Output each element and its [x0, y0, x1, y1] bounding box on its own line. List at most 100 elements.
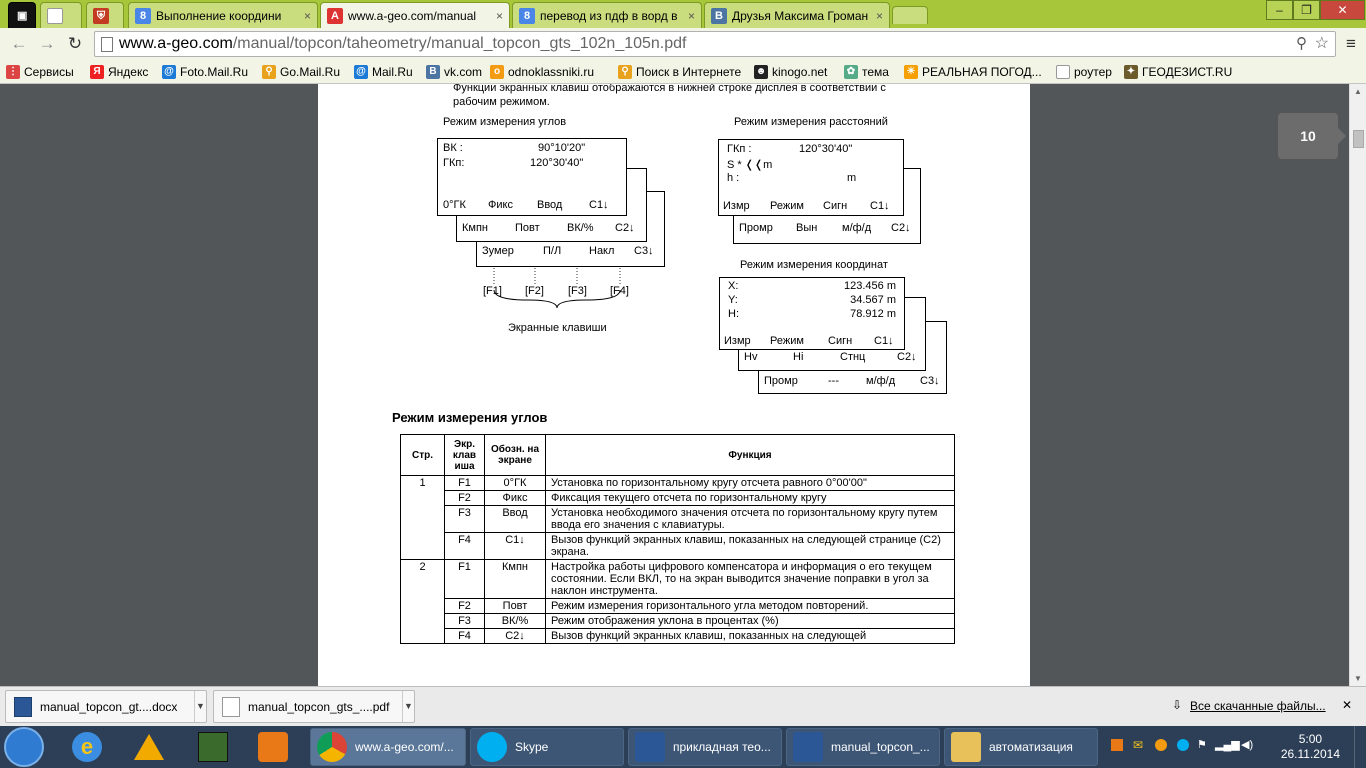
table-row: F4 С1↓ Вызов функций экранных клавиш, по… — [401, 532, 955, 560]
tab-2[interactable]: 8 Выполнение координи × — [128, 2, 318, 28]
star-icon[interactable]: ☆ — [1315, 32, 1329, 56]
internet-explorer-icon[interactable]: e — [72, 732, 102, 762]
taskbar-skype[interactable]: Skype — [470, 728, 624, 766]
mail-icon: @ — [162, 65, 176, 79]
browser-chrome: ▣ ⛨ 8 Выполнение координи × Awww.a-geo.com… — [0, 0, 1366, 84]
bookmark-geodezist[interactable]: ✦ ГЕОДЕЗИСТ.RU — [1124, 63, 1232, 81]
tab-close-icon[interactable]: × — [876, 9, 883, 23]
page-icon — [1056, 65, 1070, 79]
tab-0[interactable] — [40, 2, 82, 28]
section-heading: Режим измерения углов — [392, 410, 548, 425]
new-tab-button[interactable] — [892, 6, 928, 24]
bookmarks-bar: ⋮ Сервисы Я Яндекс @ Foto.Mail.Ru ⚲ Go.Mail.… — [0, 60, 1366, 84]
bookmark-services[interactable]: ⋮ Сервисы — [6, 63, 74, 81]
scroll-up-icon[interactable]: ▲ — [1354, 87, 1362, 96]
table-header: Стр. Экр. клав иша Обозн. на экране Функ… — [400, 434, 955, 476]
bookmark-weather[interactable]: ☀ РЕАЛЬНАЯ ПОГОД... — [904, 63, 1042, 81]
tray-ok-icon[interactable] — [1155, 739, 1167, 751]
volume-icon[interactable]: ◀) — [1241, 738, 1253, 751]
chevron-down-icon[interactable]: ▼ — [194, 691, 206, 722]
scroll-down-icon[interactable]: ▼ — [1354, 674, 1362, 683]
tab-3[interactable]: Awww.a-geo.com/manual × — [320, 2, 510, 28]
apps-icon: ⋮ — [6, 65, 20, 79]
bookmark-go-mail[interactable]: ⚲ Go.Mail.Ru — [262, 63, 340, 81]
app-menu-icon[interactable]: ▣ — [8, 2, 36, 28]
zoom-icon[interactable]: ⚲ — [1296, 32, 1307, 56]
tab-close-icon[interactable]: × — [304, 9, 311, 23]
tray-skype-icon[interactable] — [1177, 739, 1189, 751]
search-icon: ⚲ — [262, 65, 276, 79]
bookmark-vk[interactable]: Bvk.com — [426, 63, 482, 81]
tab-4[interactable]: 8 перевод из пдф в ворд в × — [512, 2, 702, 28]
table-row: F2 Фикс Фиксация текущего отсчета по гор… — [401, 490, 955, 506]
word-icon — [635, 732, 665, 762]
taskbar-word-1[interactable]: прикладная тео... — [628, 728, 782, 766]
chevron-down-icon[interactable]: ▼ — [402, 691, 414, 722]
bookmark-tema[interactable]: ✿ тема — [844, 63, 889, 81]
minimize-button[interactable]: – — [1266, 0, 1293, 20]
yandex-icon: Я — [90, 65, 104, 79]
back-icon[interactable]: ← — [8, 33, 30, 55]
system-tray: ✉ ⚑ ▂▄▆ ◀) 5:00 26.11.2014 — [1101, 726, 1366, 768]
download-item[interactable]: manual_topcon_gts_....pdf ▼ — [213, 690, 415, 723]
taskbar: e www.a-geo.com/... Skype прикладная тео… — [0, 726, 1366, 768]
tray-media-icon[interactable] — [1111, 739, 1123, 751]
avast-icon[interactable] — [134, 734, 164, 760]
menu-icon[interactable]: ≡ — [1340, 33, 1362, 55]
bookmark-kinogo[interactable]: ☻ kinogo.net — [754, 63, 827, 81]
close-window-button[interactable]: ✕ — [1320, 0, 1365, 20]
search-icon: ⚲ — [618, 65, 632, 79]
function-table: Стр. Экр. клав иша Обозн. на экране Функ… — [400, 434, 955, 644]
page-icon — [101, 37, 113, 52]
intro-text: Функции экранных клавиш отображаются в н… — [453, 84, 886, 94]
tab-close-icon[interactable]: × — [496, 9, 503, 23]
page-number-indicator: 10 — [1278, 113, 1346, 159]
network-icon[interactable]: ▂▄▆ — [1215, 738, 1240, 751]
taskbar-word-2[interactable]: manual_topcon_... — [786, 728, 940, 766]
blank-page-icon — [47, 7, 63, 24]
tab-1[interactable]: ⛨ — [86, 2, 124, 28]
bookmark-router[interactable]: роутер — [1056, 63, 1112, 81]
table-row: F3 ВК/% Режим отображения уклона в проце… — [401, 613, 955, 629]
fkey-label: [F3] — [568, 285, 587, 297]
flag-icon[interactable]: ⚑ — [1197, 738, 1207, 751]
coord-display: X: 123.456 m Y: 34.567 m H: 78.912 m Изм… — [719, 277, 905, 350]
distance-mode-title: Режим измерения расстояний — [734, 116, 888, 128]
all-downloads-link[interactable]: Все скачанные файлы... — [1190, 699, 1326, 713]
fkey-label: [F4] — [610, 285, 629, 297]
pdf-file-icon — [222, 696, 240, 717]
tab-strip: ▣ ⛨ 8 Выполнение координи × Awww.a-geo.com… — [0, 0, 1366, 28]
bookmark-mail[interactable]: @ Mail.Ru — [354, 63, 413, 81]
theme-icon: ✿ — [844, 65, 858, 79]
word-icon — [793, 732, 823, 762]
media-player-icon[interactable] — [258, 732, 288, 762]
maximize-button[interactable]: ❐ — [1293, 0, 1320, 20]
bookmark-foto-mail[interactable]: @ Foto.Mail.Ru — [162, 63, 248, 81]
close-downloads-button[interactable]: ✕ — [1342, 698, 1352, 712]
forward-icon[interactable]: → — [36, 33, 58, 55]
bookmark-search[interactable]: ⚲ Поиск в Интернете — [618, 63, 741, 81]
folder-icon — [951, 732, 981, 762]
vertical-scrollbar[interactable]: ▲ ▼ — [1349, 84, 1366, 686]
mail-icon: @ — [354, 65, 368, 79]
tray-mail-icon[interactable]: ✉ — [1133, 738, 1143, 752]
bookmark-yandex[interactable]: Я Яндекс — [90, 63, 148, 81]
tab-5[interactable]: B Друзья Максима Громан × — [704, 2, 890, 28]
taskbar-chrome[interactable]: www.a-geo.com/... — [310, 728, 466, 766]
address-bar[interactable]: www.a-geo.com/manual/topcon/taheometry/m… — [94, 31, 1336, 57]
vk-icon: B — [426, 65, 440, 79]
show-desktop-button[interactable] — [1354, 726, 1366, 768]
geodezist-icon: ✦ — [1124, 65, 1138, 79]
table-row: F3 Ввод Установка необходимого значения … — [401, 505, 955, 533]
download-item[interactable]: manual_topcon_gt....docx ▼ — [5, 690, 207, 723]
bookmark-odnoklassniki[interactable]: о odnoklassniki.ru — [490, 63, 594, 81]
taskbar-folder[interactable]: автоматизация — [944, 728, 1098, 766]
game-icon[interactable] — [198, 732, 228, 762]
table-row: 2 F1 Кмпн Настройка работы цифрового ком… — [400, 559, 955, 644]
reload-icon[interactable]: ↻ — [64, 33, 86, 55]
clock[interactable]: 5:00 26.11.2014 — [1281, 732, 1340, 762]
start-button[interactable] — [4, 727, 44, 767]
tab-close-icon[interactable]: × — [688, 9, 695, 23]
scroll-thumb[interactable] — [1353, 130, 1364, 148]
sun-icon: ☀ — [904, 65, 918, 79]
